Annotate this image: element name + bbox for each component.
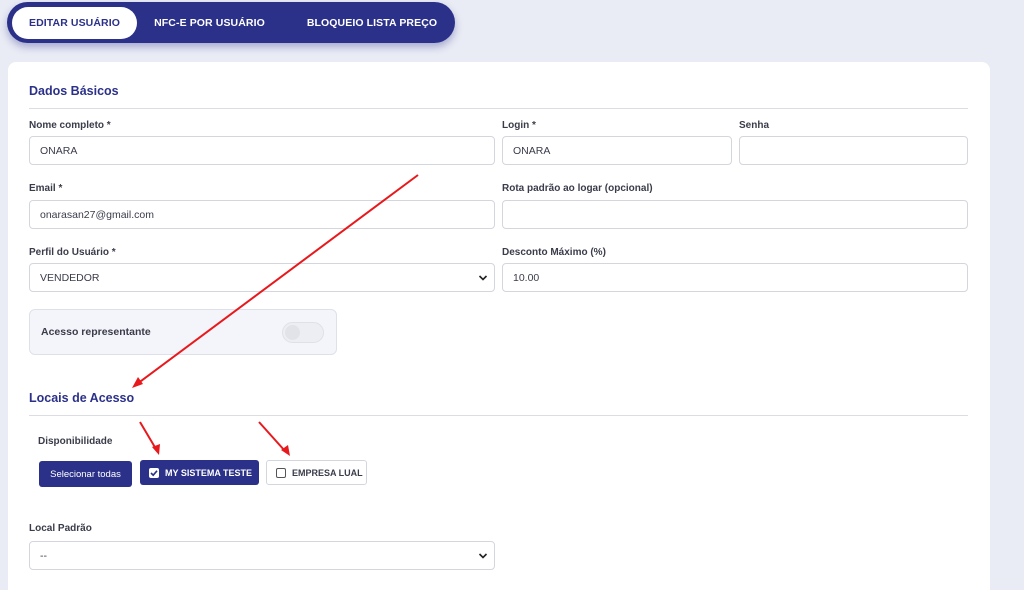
checkbox-checked-icon	[149, 467, 159, 478]
location-option-empresa-lual[interactable]: EMPRESA LUAL	[266, 460, 367, 485]
section-title-dados-basicos: Dados Básicos	[29, 84, 119, 98]
login-label: Login *	[502, 120, 536, 131]
user-form-card: Dados Básicos Nome completo * ONARA Logi…	[8, 62, 990, 590]
email-field[interactable]: onarasan27@gmail.com	[29, 200, 495, 229]
tab-nfce-por-usuario[interactable]: NFC-E POR USUÁRIO	[147, 7, 272, 39]
tab-bloqueio-lista-preco[interactable]: BLOQUEIO LISTA PREÇO	[292, 7, 452, 39]
select-all-button[interactable]: Selecionar todas	[39, 461, 132, 487]
perfil-select[interactable]: VENDEDOR	[29, 263, 495, 292]
checkbox-unchecked-icon	[276, 467, 286, 478]
senha-label: Senha	[739, 120, 770, 131]
rota-label: Rota padrão ao logar (opcional)	[502, 183, 653, 194]
section-divider	[29, 108, 968, 109]
tab-editar-usuario[interactable]: EDITAR USUÁRIO	[12, 7, 137, 39]
disponibilidade-label: Disponibilidade	[38, 436, 113, 447]
desconto-field[interactable]: 10.00	[502, 263, 968, 292]
perfil-label: Perfil do Usuário *	[29, 247, 116, 258]
email-label: Email *	[29, 183, 63, 194]
login-field[interactable]: ONARA	[502, 136, 732, 165]
senha-field[interactable]	[739, 136, 968, 165]
tab-bar: EDITAR USUÁRIO NFC-E POR USUÁRIO BLOQUEI…	[7, 2, 455, 43]
location-option-my-sistema-teste[interactable]: MY SISTEMA TESTE	[140, 460, 259, 485]
chevron-down-icon	[478, 275, 488, 281]
rota-field[interactable]	[502, 200, 968, 229]
perfil-select-value: VENDEDOR	[40, 271, 100, 284]
nome-label: Nome completo *	[29, 120, 111, 131]
section-divider	[29, 415, 968, 416]
location-option-label: EMPRESA LUAL	[292, 467, 363, 478]
local-padrao-value: --	[40, 549, 47, 562]
local-padrao-select[interactable]: --	[29, 541, 495, 570]
desconto-label: Desconto Máximo (%)	[502, 247, 606, 258]
acesso-representante-label: Acesso representante	[41, 326, 151, 338]
acesso-representante-box: Acesso representante	[29, 309, 337, 355]
acesso-representante-toggle[interactable]	[282, 322, 324, 343]
section-title-locais-acesso: Locais de Acesso	[29, 391, 135, 405]
local-padrao-label: Local Padrão	[29, 523, 92, 534]
location-option-label: MY SISTEMA TESTE	[165, 467, 253, 478]
toggle-knob	[285, 325, 300, 340]
nome-field[interactable]: ONARA	[29, 136, 495, 165]
chevron-down-icon	[478, 553, 488, 559]
